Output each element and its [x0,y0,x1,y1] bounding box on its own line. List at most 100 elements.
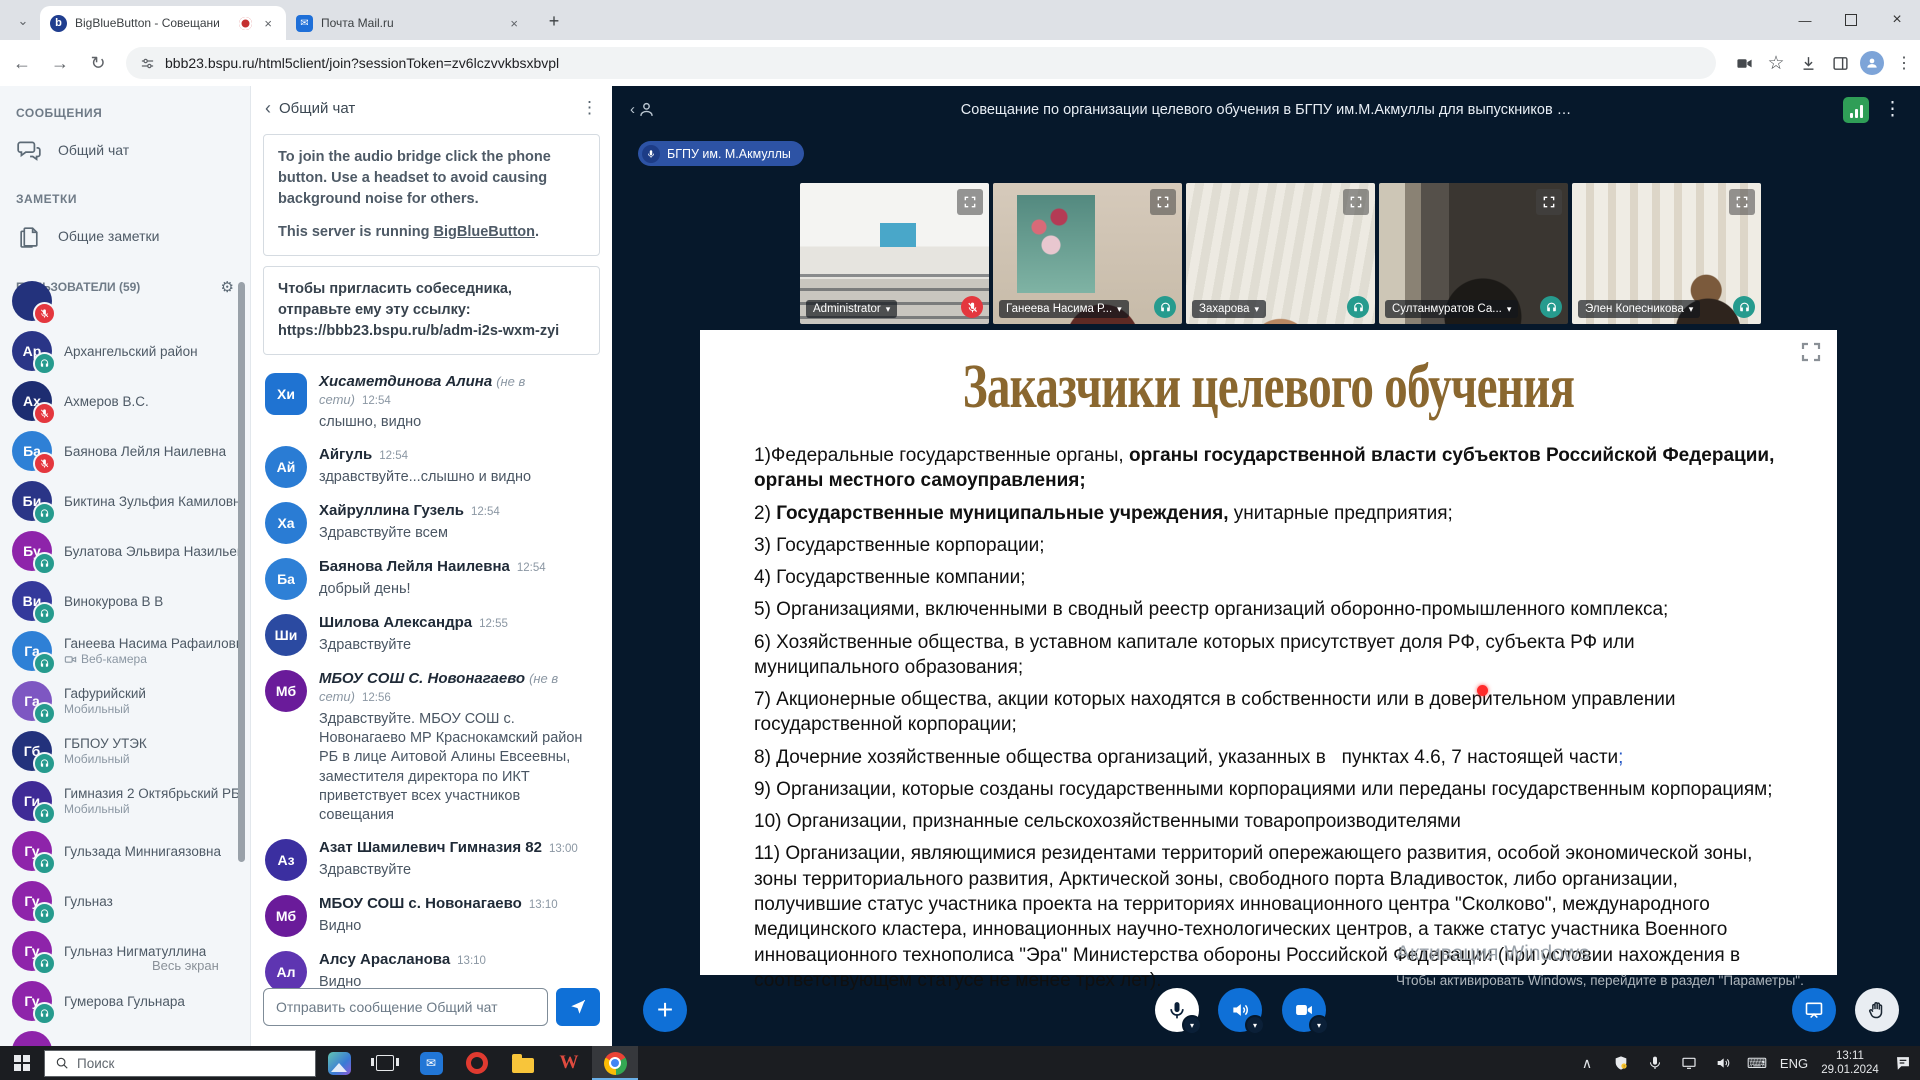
user-list-scrollbar[interactable] [238,282,245,862]
close-tab-icon[interactable]: × [506,14,522,33]
tray-volume-icon[interactable] [1706,1046,1740,1080]
tray-chevron-up-icon[interactable]: ∧ [1570,1046,1604,1080]
tray-keyboard-icon[interactable]: ⌨ [1740,1046,1774,1080]
video-fullscreen-icon[interactable] [957,189,983,215]
user-list-item[interactable]: БиБиктина Зульфия Камиловна [0,476,250,526]
video-user-name[interactable]: Султанмуратов Са...▾ [1385,300,1518,318]
side-panel-icon[interactable] [1824,47,1856,79]
user-list-item[interactable]: ВиВинокурова В В [0,576,250,626]
action-center-icon[interactable] [1886,1046,1920,1080]
audio-speaker-button[interactable]: ▾ [1218,988,1262,1032]
presentation-fullscreen-icon[interactable] [1799,340,1823,369]
tab-mailru[interactable]: ✉ Почта Mail.ru × [286,6,532,40]
user-list-item[interactable]: ЕлЕлена [0,1026,250,1046]
user-list-item[interactable]: АхАхмеров В.С. [0,376,250,426]
sidebar-item-shared-notes[interactable]: Общие заметки [0,216,250,256]
meeting-options-kebab-icon[interactable]: ⋮ [1883,98,1902,121]
hand-icon [1867,1000,1887,1020]
message-avatar: Ай [265,446,307,488]
taskbar-search-box[interactable]: Поиск [44,1050,316,1077]
user-list-item[interactable]: БуБулатова Эльвира Назильевн [0,526,250,576]
webcam-tile: Ганеева Насима Р...▾ [993,183,1182,324]
start-button[interactable] [0,1046,44,1080]
taskbar-chrome-icon[interactable] [592,1046,638,1080]
video-name-label: Ганеева Насима Р... [1006,303,1112,315]
taskbar-mail-icon[interactable]: ✉ [408,1046,454,1080]
chat-back-icon[interactable]: ‹ [265,98,271,119]
taskbar-opera-icon[interactable] [454,1046,500,1080]
video-fullscreen-icon[interactable] [1729,189,1755,215]
webcam-button[interactable]: ▾ [1282,988,1326,1032]
user-list-item[interactable]: ГуГульназ [0,876,250,926]
user-list-item[interactable]: ГуГумерова Гульнара [0,976,250,1026]
taskbar-file-explorer-icon[interactable] [500,1046,546,1080]
hide-userlist-icon[interactable]: ‹ [630,100,656,119]
video-fullscreen-icon[interactable] [1536,189,1562,215]
taskbar-photos-icon[interactable] [316,1046,362,1080]
actions-plus-button[interactable]: + [643,988,687,1032]
svg-text:!: ! [1623,1064,1624,1069]
camera-options-chevron-icon[interactable]: ▾ [1309,1015,1329,1035]
new-tab-button[interactable]: + [540,7,568,35]
raise-hand-button[interactable] [1855,988,1899,1032]
browser-menu-kebab-icon[interactable]: ⋮ [1888,47,1920,79]
chat-message-input[interactable] [263,988,548,1026]
tab-camera-icon[interactable] [1728,47,1760,79]
download-icon[interactable] [1792,47,1824,79]
muted-mic-icon [33,452,56,475]
close-tab-icon[interactable]: × [260,14,276,33]
connection-status-icon[interactable] [1843,97,1869,123]
taskbar-word-icon[interactable]: W [546,1046,592,1080]
address-bar[interactable]: bbb23.bspu.ru/html5client/join?sessionTo… [126,47,1716,79]
date: 29.01.2024 [1814,1063,1886,1077]
talking-indicator[interactable]: БГПУ им. М.Акмуллы [638,141,804,166]
users-settings-gear-icon[interactable]: ⚙ [221,278,234,296]
bigbluebutton-link[interactable]: BigBlueButton [434,224,535,240]
user-list-item[interactable]: ГуГульзада Миннигаязовна [0,826,250,876]
windows-logo-icon [14,1055,30,1071]
video-user-name[interactable]: Ганеева Насима Р...▾ [999,300,1129,318]
video-user-name[interactable]: Захарова▾ [1192,300,1266,318]
tab-bigbluebutton[interactable]: b BigBlueButton - Совещани × [40,6,286,40]
video-user-name[interactable]: Элен Копесникова▾ [1578,300,1700,318]
minimize-button[interactable]: — [1782,0,1828,40]
tab-search-icon[interactable]: ⌄ [8,7,38,35]
message-text: слышно, видно [319,413,598,432]
profile-avatar[interactable] [1856,47,1888,79]
bookmark-star-icon[interactable]: ☆ [1760,47,1792,79]
user-list-item[interactable]: ГбГБПОУ УТЭКМобильный [0,726,250,776]
clock[interactable]: 13:11 29.01.2024 [1814,1049,1886,1078]
chevron-down-icon: ▾ [1689,304,1694,315]
close-window-button[interactable]: × [1874,0,1920,40]
message-author: Баянова Лейля Наилевна [319,558,510,575]
send-message-button[interactable] [556,988,600,1026]
mic-options-chevron-icon[interactable]: ▾ [1182,1015,1202,1035]
user-list-item[interactable]: ГаГафурийскийМобильный [0,676,250,726]
back-button[interactable]: ← [6,47,38,79]
chat-options-kebab-icon[interactable]: ⋮ [581,98,598,118]
message-avatar: Ба [265,558,307,600]
audio-options-chevron-icon[interactable]: ▾ [1245,1015,1265,1035]
webcam-tile: Элен Копесникова▾ [1572,183,1761,324]
user-list-item[interactable]: ГаГанеева Насима РафаиловнаВеб-камера [0,626,250,676]
video-fullscreen-icon[interactable] [1343,189,1369,215]
reload-button[interactable]: ↻ [82,47,114,79]
forward-button[interactable]: → [44,47,76,79]
language-indicator[interactable]: ENG [1774,1056,1814,1071]
task-view-button[interactable] [362,1046,408,1080]
microphone-button[interactable]: ▾ [1155,988,1199,1032]
defender-shield-icon[interactable]: ! [1604,1046,1638,1080]
tray-display-icon[interactable] [1672,1046,1706,1080]
video-user-name[interactable]: Administrator▾ [806,300,897,318]
restore-presentation-button[interactable] [1792,988,1836,1032]
tray-microphone-icon[interactable] [1638,1046,1672,1080]
listen-only-icon [1540,296,1562,318]
video-fullscreen-icon[interactable] [1150,189,1176,215]
user-list-item[interactable]: ГиГимназия 2 Октябрьский РБМобильный [0,776,250,826]
user-list-item[interactable]: АрАрхангельский район [0,326,250,376]
red-browser-icon [466,1052,488,1074]
user-list-item[interactable]: БаБаянова Лейля Наилевна [0,426,250,476]
site-info-icon[interactable] [140,56,155,71]
maximize-button[interactable] [1828,0,1874,40]
sidebar-item-public-chat[interactable]: Общий чат [0,130,250,170]
